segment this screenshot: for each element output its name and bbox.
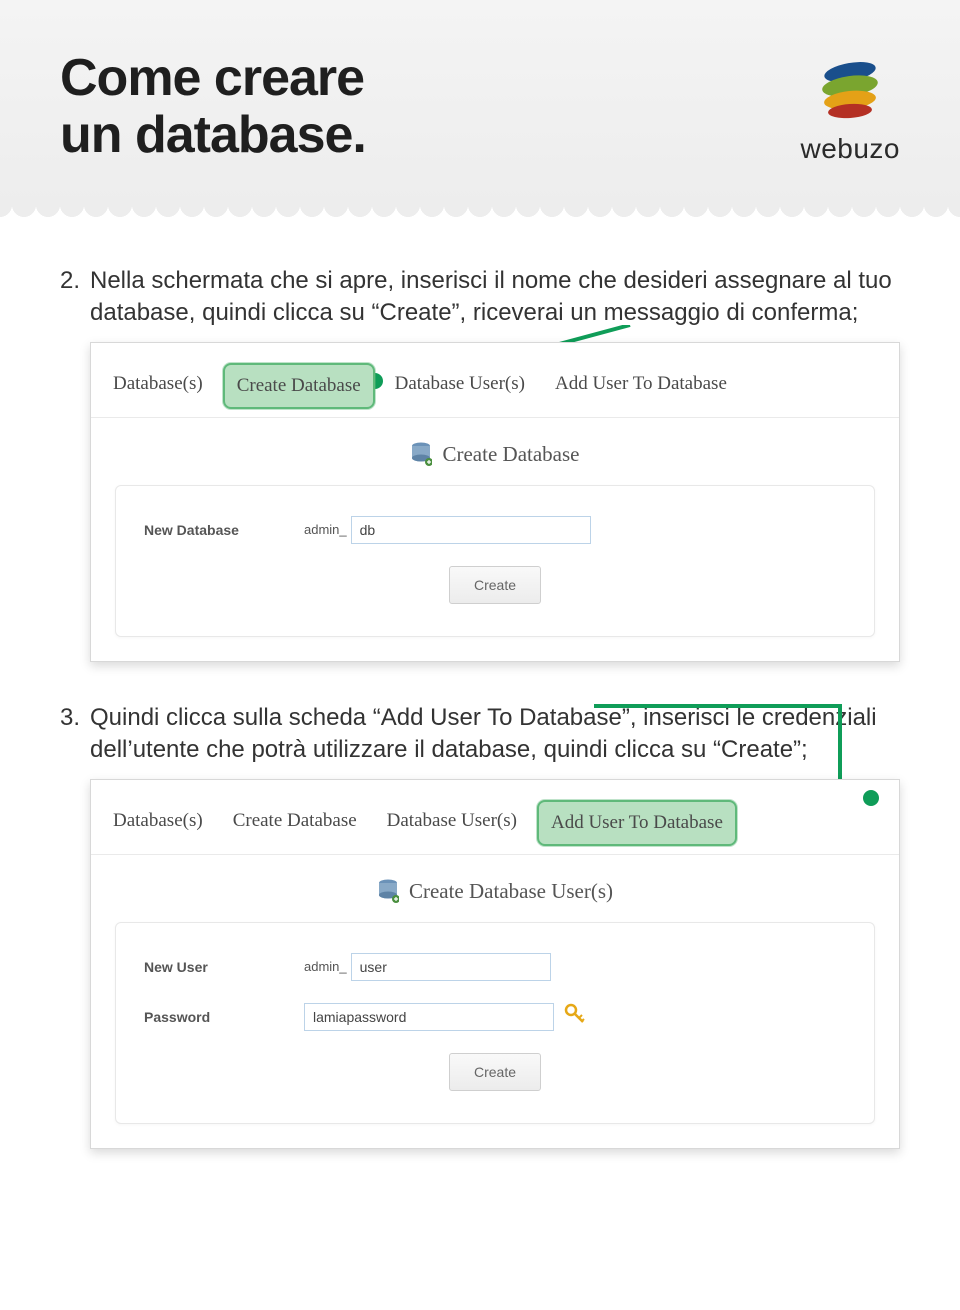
section-title: Create Database [91, 418, 899, 485]
password-label: Password [144, 1009, 304, 1025]
form-row-password: Password [144, 1003, 846, 1031]
tab-databases[interactable]: Database(s) [103, 363, 213, 417]
section-title-text: Create Database [442, 442, 579, 467]
new-database-input[interactable] [351, 516, 591, 544]
step-3: 3. Quindi clicca sulla scheda “Add User … [60, 702, 900, 1149]
form-card: New Database admin_ Create [115, 485, 875, 637]
screenshot-panel-2: Database(s) Create Database Database Use… [90, 779, 900, 1149]
tab-database-users[interactable]: Database User(s) [377, 800, 527, 854]
annotation-dot-icon [863, 790, 879, 806]
form-row-new-user: New User admin_ [144, 953, 846, 981]
title-line-2: un database. [60, 107, 366, 164]
tab-create-database[interactable]: Create Database [223, 800, 367, 854]
tab-add-user-to-database[interactable]: Add User To Database [537, 800, 737, 846]
logo: webuzo [800, 58, 900, 165]
tabs-row: Database(s) Create Database Database Use… [91, 343, 899, 418]
key-icon[interactable] [564, 1003, 586, 1030]
step-2-text: Nella schermata che si apre, inserisci i… [90, 265, 900, 330]
tabs-row: Database(s) Create Database Database Use… [91, 780, 899, 855]
database-icon [377, 879, 399, 903]
section-title-text: Create Database User(s) [409, 879, 613, 904]
step-2: 2. Nella schermata che si apre, inserisc… [60, 265, 900, 662]
step-number: 3. [60, 702, 90, 734]
title-line-1: Come creare [60, 50, 366, 107]
form-row-new-database: New Database admin_ [144, 516, 846, 544]
section-title: Create Database User(s) [91, 855, 899, 922]
step-3-text: Quindi clicca sulla scheda “Add User To … [90, 702, 900, 767]
tab-databases[interactable]: Database(s) [103, 800, 213, 854]
step-number: 2. [60, 265, 90, 297]
create-button[interactable]: Create [449, 1053, 541, 1091]
password-input[interactable] [304, 1003, 554, 1031]
new-user-input[interactable] [351, 953, 551, 981]
database-icon [410, 442, 432, 466]
page-title: Come creare un database. [60, 50, 366, 164]
new-user-label: New User [144, 959, 304, 975]
form-card: New User admin_ Password [115, 922, 875, 1124]
tab-add-user-to-database[interactable]: Add User To Database [545, 363, 737, 417]
content: 2. Nella schermata che si apre, inserisc… [0, 205, 960, 1229]
logo-text: webuzo [800, 133, 900, 165]
user-prefix: admin_ [304, 959, 347, 974]
webuzo-logo-icon [815, 58, 885, 122]
page-header: Come creare un database. webuzo [0, 0, 960, 205]
create-button[interactable]: Create [449, 566, 541, 604]
db-prefix: admin_ [304, 522, 347, 537]
new-database-label: New Database [144, 522, 304, 538]
tab-database-users[interactable]: Database User(s) [385, 363, 535, 417]
screenshot-panel-1: Database(s) Create Database Database Use… [90, 342, 900, 662]
tab-create-database[interactable]: Create Database [223, 363, 375, 409]
